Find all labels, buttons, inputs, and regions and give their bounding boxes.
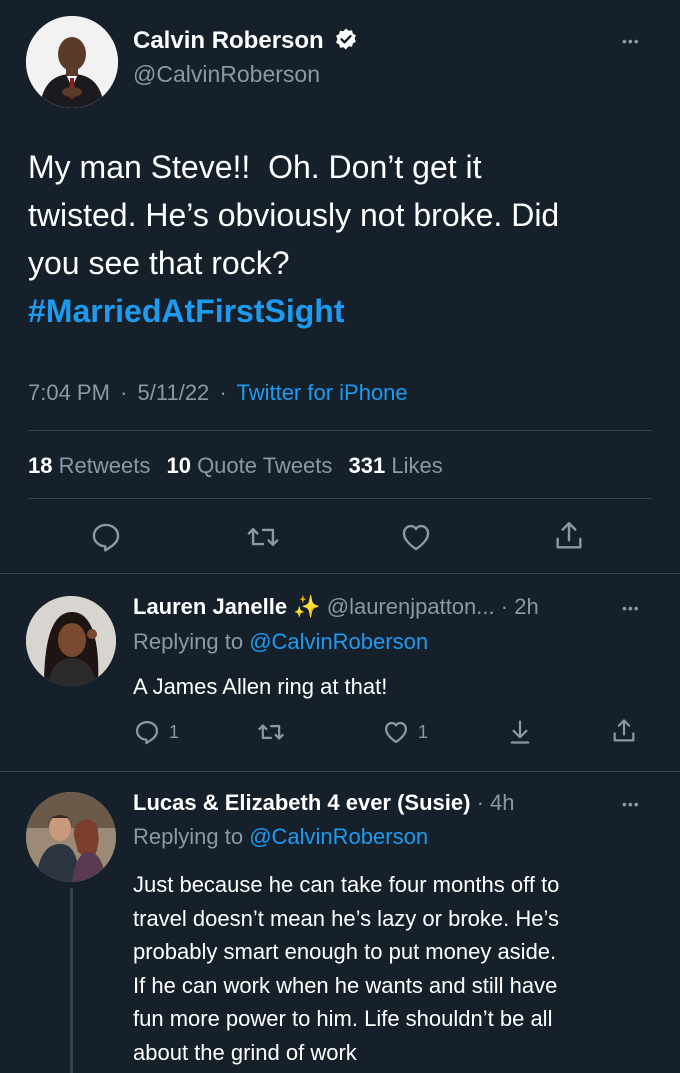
couple-photo [26, 792, 116, 882]
heart-icon [402, 524, 430, 551]
more-options-icon[interactable]: ••• [622, 601, 640, 615]
meta-separator: · [219, 380, 227, 405]
share-icon [613, 719, 635, 742]
tweet-text-line: twisted. He’s obviously not broke. Did [28, 197, 560, 233]
main-author-name[interactable]: Calvin Roberson [133, 27, 358, 58]
reply-text-line: travel doesn’t mean he’s lazy or broke. … [133, 905, 559, 931]
download-button[interactable] [506, 717, 534, 747]
main-author-handle[interactable]: @CalvinRoberson [133, 60, 320, 88]
person-photo [26, 596, 116, 686]
reply-icon [135, 720, 159, 745]
retweets-stat[interactable]: 18 Retweets [28, 453, 156, 478]
more-options-icon[interactable]: ••• [622, 797, 640, 811]
replying-to-prefix: Replying to [133, 824, 244, 849]
reply-count: 1 [169, 721, 180, 742]
download-icon [510, 720, 530, 744]
reply-author-avatar[interactable] [26, 596, 116, 686]
tweet-time[interactable]: 7:04 PM [28, 380, 110, 405]
reply-text-line: Just because he can take four months off… [133, 872, 560, 897]
reply-text-line: about the grind of work [133, 1039, 357, 1065]
thread-line [70, 888, 73, 1073]
divider [28, 430, 652, 431]
reply-author-name[interactable]: Lauren Janelle [133, 594, 287, 619]
tweet-meta: 7:04 PM · 5/11/22 · Twitter for iPhone [28, 379, 408, 407]
author-name-text[interactable]: Calvin Roberson [133, 27, 324, 54]
replying-to-handle[interactable]: @CalvinRoberson [249, 824, 428, 849]
hashtag-link[interactable]: #MarriedAtFirstSight [28, 287, 668, 335]
like-count: 1 [418, 721, 429, 742]
retweet-icon [258, 724, 284, 740]
tweet-stats: 18 Retweets 10 Quote Tweets 331 Likes [28, 452, 443, 480]
tweet-text-line: you see that rock? [28, 245, 290, 281]
tweet-source-link[interactable]: Twitter for iPhone [236, 380, 407, 405]
likes-stat[interactable]: 331 Likes [349, 453, 443, 478]
share-icon [556, 522, 582, 549]
quotes-label: Quote Tweets [197, 453, 333, 478]
meta-separator: · [500, 594, 509, 619]
replying-to: Replying to @CalvinRoberson [133, 823, 428, 851]
reply-text: A James Allen ring at that! [133, 674, 388, 699]
meta-separator: · [120, 380, 128, 405]
reply-author-handle[interactable]: @laurenjpatton... [327, 594, 495, 619]
share-button[interactable] [610, 716, 638, 746]
reply-header: Lauren Janelle ✨ @laurenjpatton... · 2h [133, 593, 539, 621]
reply-author-name[interactable]: Lucas & Elizabeth 4 ever (Susie) [133, 790, 470, 815]
main-author-avatar[interactable] [26, 16, 118, 108]
replying-to: Replying to @CalvinRoberson [133, 628, 428, 656]
meta-separator: · [476, 790, 484, 815]
reply-text-line: If he can work when he wants and still h… [133, 972, 558, 998]
reply-button[interactable] [89, 520, 123, 554]
retweet-icon [247, 528, 279, 546]
tweet-date[interactable]: 5/11/22 [138, 380, 210, 405]
reply-age[interactable]: 2h [514, 594, 538, 619]
retweet-button[interactable] [256, 718, 286, 746]
tweet-text-line: My man Steve!! Oh. Don’t get it [28, 149, 482, 185]
retweets-count: 18 [28, 453, 53, 478]
divider [0, 771, 680, 772]
more-options-icon[interactable]: ••• [622, 34, 640, 48]
retweets-label: Retweets [58, 453, 151, 478]
heart-icon [384, 721, 408, 744]
divider [0, 573, 680, 574]
quotes-stat[interactable]: 10 Quote Tweets [166, 453, 338, 478]
like-button[interactable]: 1 [382, 718, 428, 746]
quotes-count: 10 [166, 453, 191, 478]
sparkles-icon: ✨ [293, 594, 321, 619]
retweet-button[interactable] [245, 520, 281, 554]
likes-count: 331 [348, 453, 386, 478]
replying-to-handle[interactable]: @CalvinRoberson [249, 629, 428, 654]
divider [28, 498, 652, 499]
share-button[interactable] [552, 518, 586, 554]
like-button[interactable] [399, 520, 433, 554]
verified-badge-icon [334, 27, 358, 58]
reply-text: Just because he can take four months off… [133, 868, 673, 1070]
person-photo [26, 16, 118, 108]
reply-text-line: probably smart enough to put money aside… [133, 939, 557, 965]
reply-icon [92, 523, 120, 552]
reply-author-avatar[interactable] [26, 792, 116, 882]
tweet-text: My man Steve!! Oh. Don’t get it twisted.… [28, 143, 668, 335]
reply-button[interactable]: 1 [133, 718, 179, 746]
reply-text-line: fun more power to him. Life shouldn’t be… [133, 1006, 553, 1032]
reply-header: Lucas & Elizabeth 4 ever (Susie) · 4h [133, 789, 515, 817]
reply-age[interactable]: 4h [490, 790, 514, 815]
likes-label: Likes [391, 453, 443, 478]
replying-to-prefix: Replying to [133, 629, 244, 654]
